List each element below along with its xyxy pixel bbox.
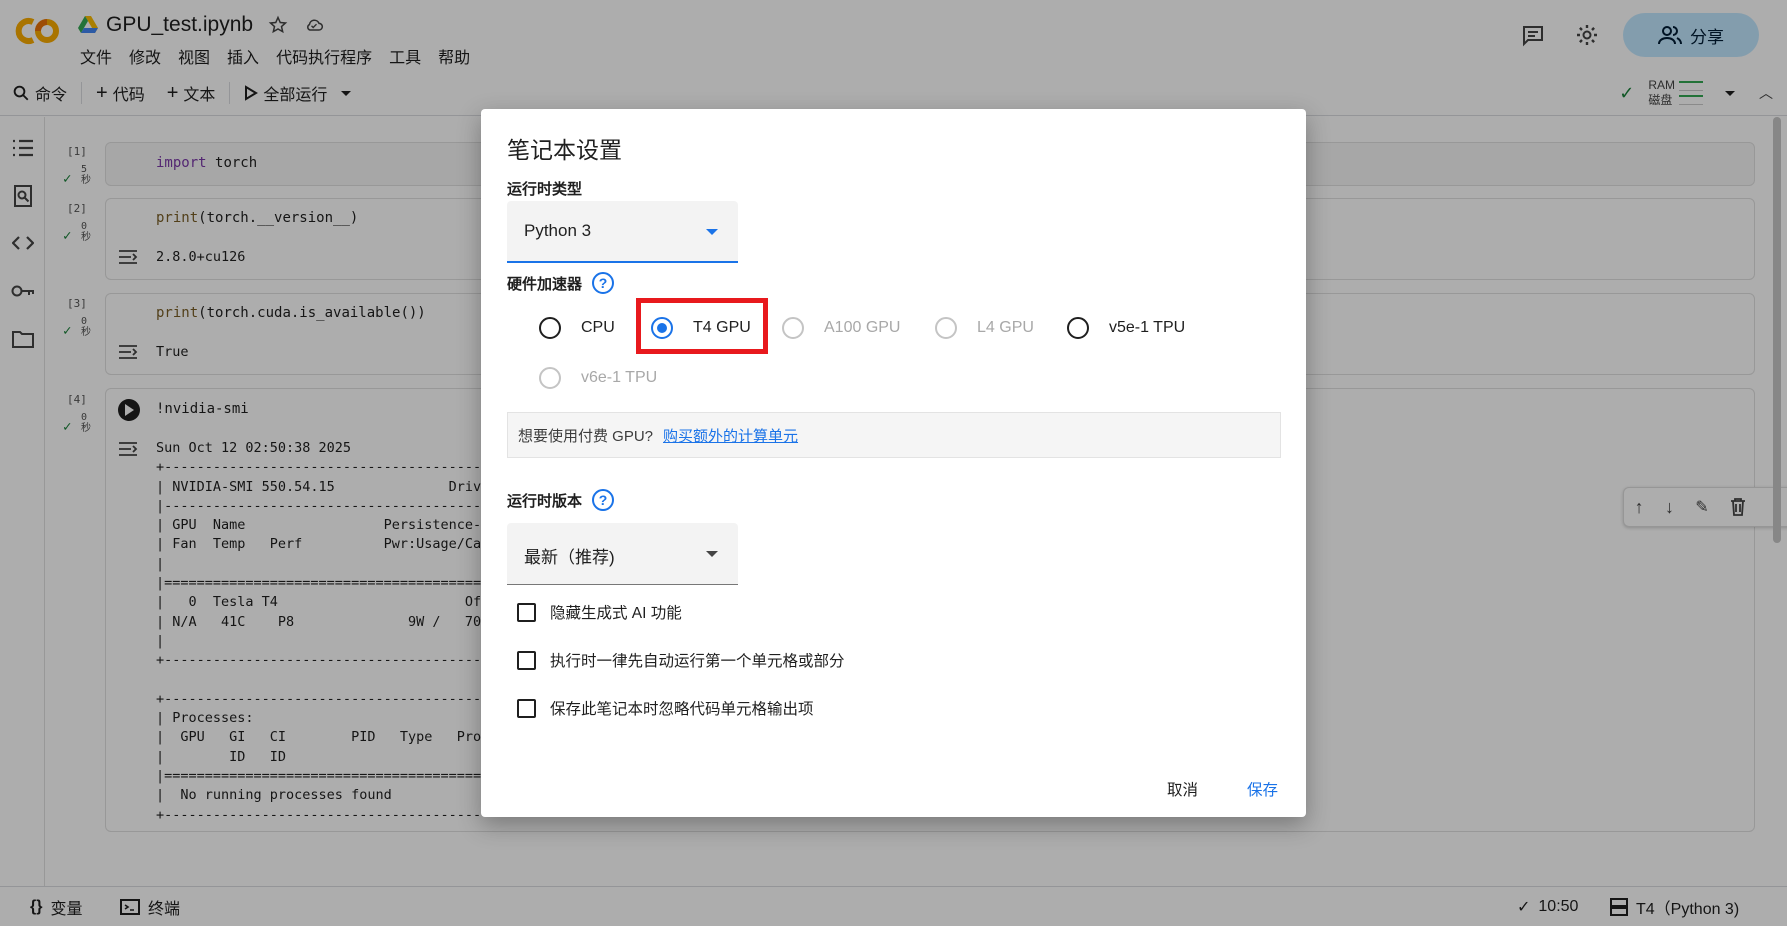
radio-button[interactable] [1067, 317, 1089, 339]
accelerator-option-label: T4 GPU [693, 319, 751, 336]
radio-button-disabled [782, 317, 804, 339]
option-omit-code-output[interactable]: 保存此笔记本时忽略代码单元格输出项 [517, 697, 814, 719]
checkbox[interactable] [517, 650, 536, 670]
accelerator-option-a100-gpu: A100 GPU [782, 317, 900, 339]
accelerator-option-label: v6e-1 TPU [581, 369, 658, 386]
option-label: 隐藏生成式 AI 功能 [550, 605, 682, 622]
radio-button-selected[interactable] [651, 317, 673, 339]
option-label: 保存此笔记本时忽略代码单元格输出项 [550, 701, 814, 718]
accelerator-option-label: L4 GPU [977, 319, 1034, 336]
radio-button[interactable] [539, 317, 561, 339]
checkbox[interactable] [517, 602, 536, 622]
dialog-title: 笔记本设置 [507, 137, 622, 163]
help-question-icon[interactable]: ? [592, 272, 615, 294]
buy-compute-units-link[interactable]: 购买额外的计算单元 [663, 425, 798, 446]
runtime-type-value: Python 3 [524, 221, 592, 240]
accelerator-section-label: 硬件加速器 ? [507, 272, 615, 294]
radio-button-disabled [935, 317, 957, 339]
runtime-version-select[interactable]: 最新（推荐) [507, 523, 738, 585]
runtime-type-label: 运行时类型 [507, 181, 583, 198]
option-auto-run-first-cell[interactable]: 执行时一律先自动运行第一个单元格或部分 [517, 649, 845, 671]
accelerator-label: 硬件加速器 [507, 275, 583, 293]
select-underline [507, 261, 738, 263]
accelerator-option-v6e-tpu: v6e-1 TPU [539, 367, 657, 389]
runtime-type-select[interactable]: Python 3 [507, 201, 738, 263]
paid-gpu-text: 想要使用付费 GPU? [518, 427, 654, 445]
accelerator-option-l4-gpu: L4 GPU [935, 317, 1034, 339]
dropdown-arrow-icon [706, 229, 718, 235]
dropdown-arrow-icon [706, 551, 718, 557]
option-label: 执行时一律先自动运行第一个单元格或部分 [550, 653, 845, 670]
accelerator-option-label: A100 GPU [824, 319, 901, 336]
radio-button-disabled [539, 367, 561, 389]
help-question-icon[interactable]: ? [592, 489, 615, 511]
notebook-settings-dialog: 笔记本设置 运行时类型 Python 3 硬件加速器 ? CPU T4 GPU … [481, 109, 1306, 817]
runtime-version-value: 最新（推荐) [524, 548, 615, 567]
accelerator-option-t4-gpu[interactable]: T4 GPU [651, 317, 751, 339]
accelerator-option-label: CPU [581, 319, 615, 336]
accelerator-option-label: v5e-1 TPU [1109, 319, 1186, 336]
runtime-version-label: 运行时版本 [507, 492, 583, 510]
cancel-button[interactable]: 取消 [1167, 778, 1198, 800]
accelerator-option-cpu[interactable]: CPU [539, 317, 615, 339]
select-underline [507, 584, 738, 585]
runtime-version-section-label: 运行时版本 ? [507, 489, 615, 511]
checkbox[interactable] [517, 698, 536, 718]
save-button[interactable]: 保存 [1247, 778, 1278, 800]
accelerator-option-v5e-tpu[interactable]: v5e-1 TPU [1067, 317, 1185, 339]
paid-gpu-notice: 想要使用付费 GPU? 购买额外的计算单元 [507, 412, 1281, 458]
option-hide-generative-ai[interactable]: 隐藏生成式 AI 功能 [517, 601, 682, 623]
